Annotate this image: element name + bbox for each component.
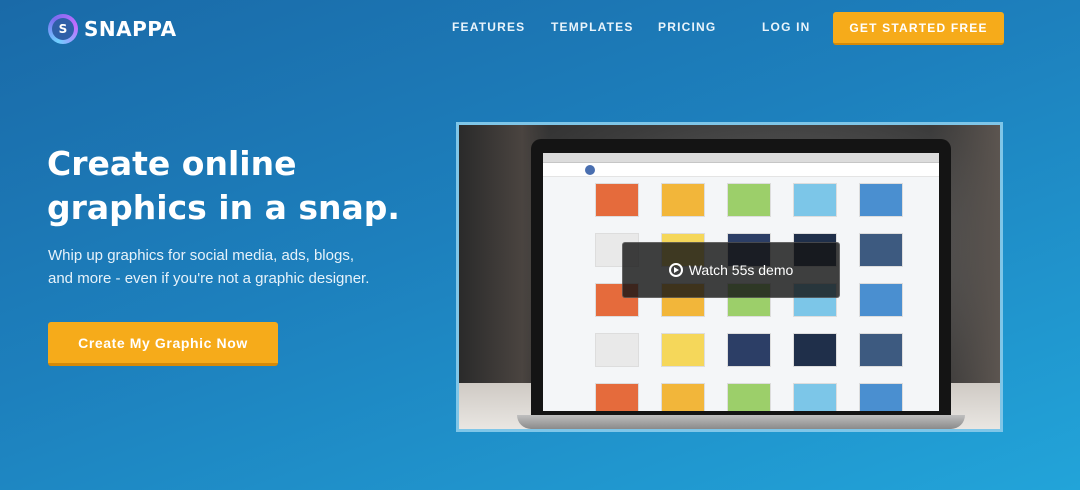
template-thumbnail (859, 383, 903, 411)
snappa-logo-icon: S (48, 14, 78, 44)
laptop-base (517, 415, 965, 429)
template-thumbnail (727, 383, 771, 411)
logo-mark-letter: S (52, 18, 74, 40)
template-thumbnail (661, 333, 705, 367)
get-started-free-button[interactable]: GET STARTED FREE (833, 12, 1004, 45)
template-thumbnail (595, 183, 639, 217)
template-thumbnail (595, 333, 639, 367)
app-logo-icon (585, 165, 595, 175)
nav-templates[interactable]: TEMPLATES (551, 20, 634, 34)
app-bar (543, 163, 939, 177)
template-thumbnail (793, 333, 837, 367)
template-thumbnail (727, 333, 771, 367)
hero-title-line-2: graphics in a snap. (47, 188, 400, 227)
template-thumbnail (661, 183, 705, 217)
nav-features[interactable]: FEATURES (452, 20, 525, 34)
template-thumbnail (793, 183, 837, 217)
watch-demo-label: Watch 55s demo (688, 262, 794, 278)
hero-title-line-1: Create online (47, 144, 297, 183)
nav-pricing[interactable]: PRICING (658, 20, 716, 34)
snappa-logo[interactable]: S SNAPPA (48, 14, 177, 44)
nav-login[interactable]: LOG IN (762, 20, 811, 34)
brand-name: SNAPPA (84, 17, 177, 41)
template-thumbnail (793, 383, 837, 411)
template-thumbnail (727, 183, 771, 217)
site-header: S SNAPPA FEATURES TEMPLATES PRICING LOG … (0, 0, 1080, 60)
template-thumbnail (859, 233, 903, 267)
template-thumbnail (595, 383, 639, 411)
hero-subtitle-line-2: and more - even if you're not a graphic … (48, 270, 370, 287)
demo-video[interactable]: Watch 55s demo (456, 122, 1003, 432)
watch-demo-button[interactable]: Watch 55s demo (622, 242, 840, 298)
browser-bar (543, 153, 939, 163)
template-thumbnail (859, 283, 903, 317)
hero-subtitle: Whip up graphics for social media, ads, … (48, 244, 408, 290)
template-thumbnail (661, 383, 705, 411)
hero-subtitle-line-1: Whip up graphics for social media, ads, … (48, 247, 354, 264)
play-circle-icon (668, 263, 683, 277)
create-my-graphic-button[interactable]: Create My Graphic Now (48, 322, 278, 366)
template-thumbnail (859, 333, 903, 367)
hero-title: Create online graphics in a snap. (47, 142, 447, 230)
template-thumbnail (859, 183, 903, 217)
